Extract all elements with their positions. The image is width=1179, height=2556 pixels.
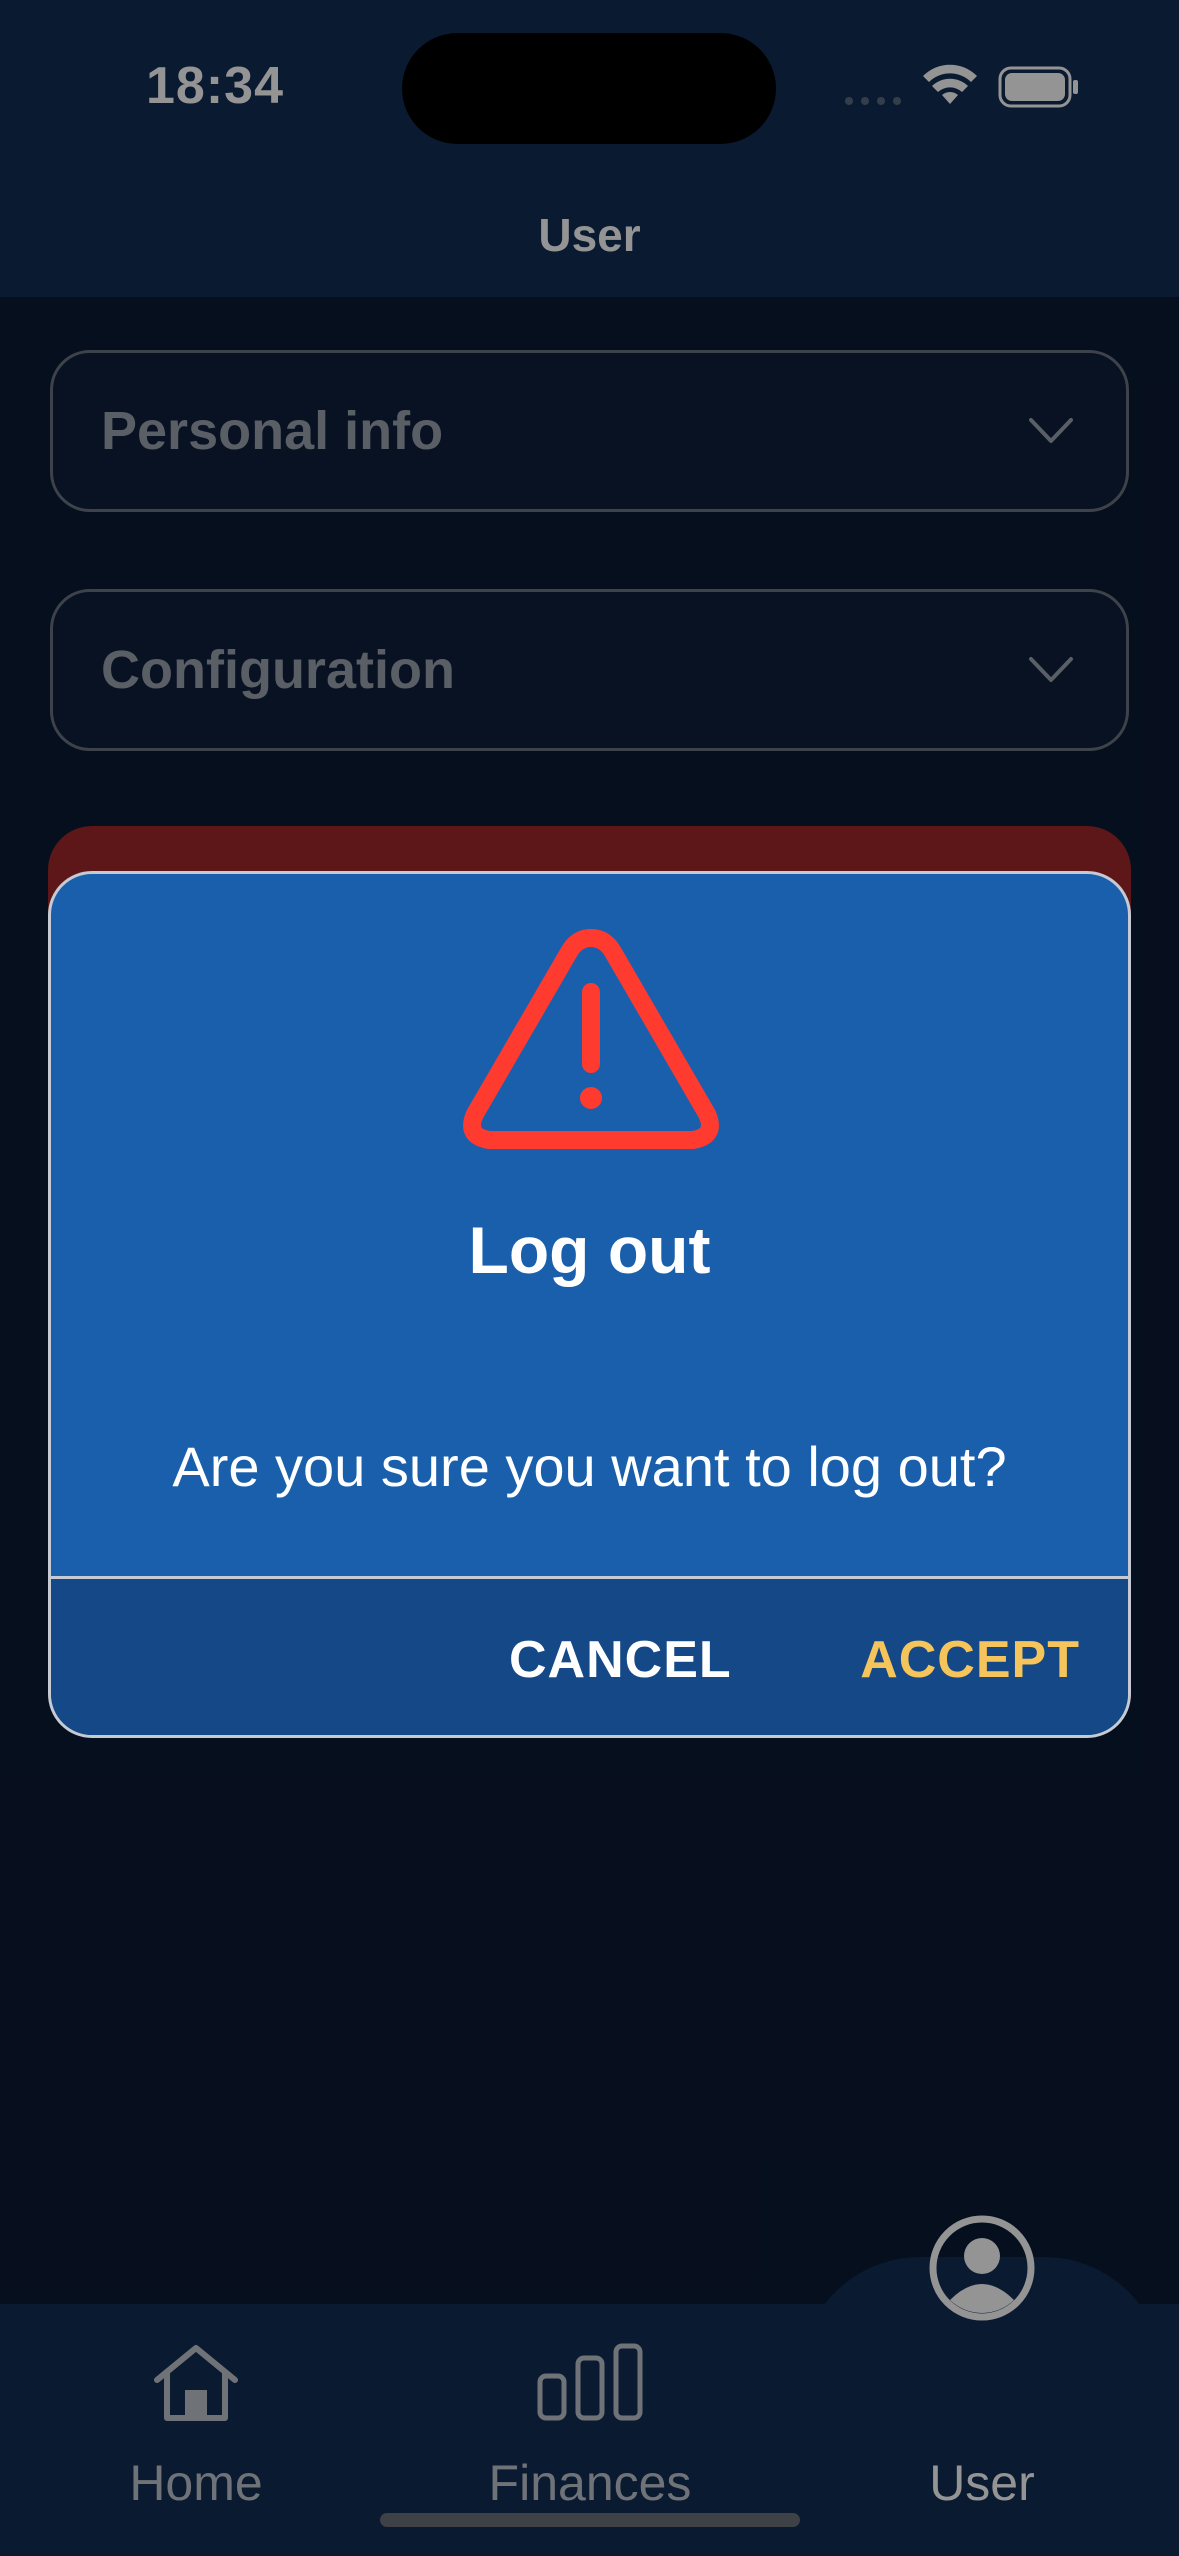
warning-triangle-icon: [463, 929, 719, 1149]
dialog-title: Log out: [468, 1213, 711, 1287]
cancel-button[interactable]: CANCEL: [509, 1630, 732, 1690]
dialog-message: Are you sure you want to log out?: [172, 1435, 1007, 1498]
dialog-actions: CANCEL ACCEPT: [51, 1576, 1128, 1735]
logout-dialog: Log out Are you sure you want to log out…: [48, 871, 1131, 1738]
accept-button[interactable]: ACCEPT: [860, 1630, 1080, 1690]
